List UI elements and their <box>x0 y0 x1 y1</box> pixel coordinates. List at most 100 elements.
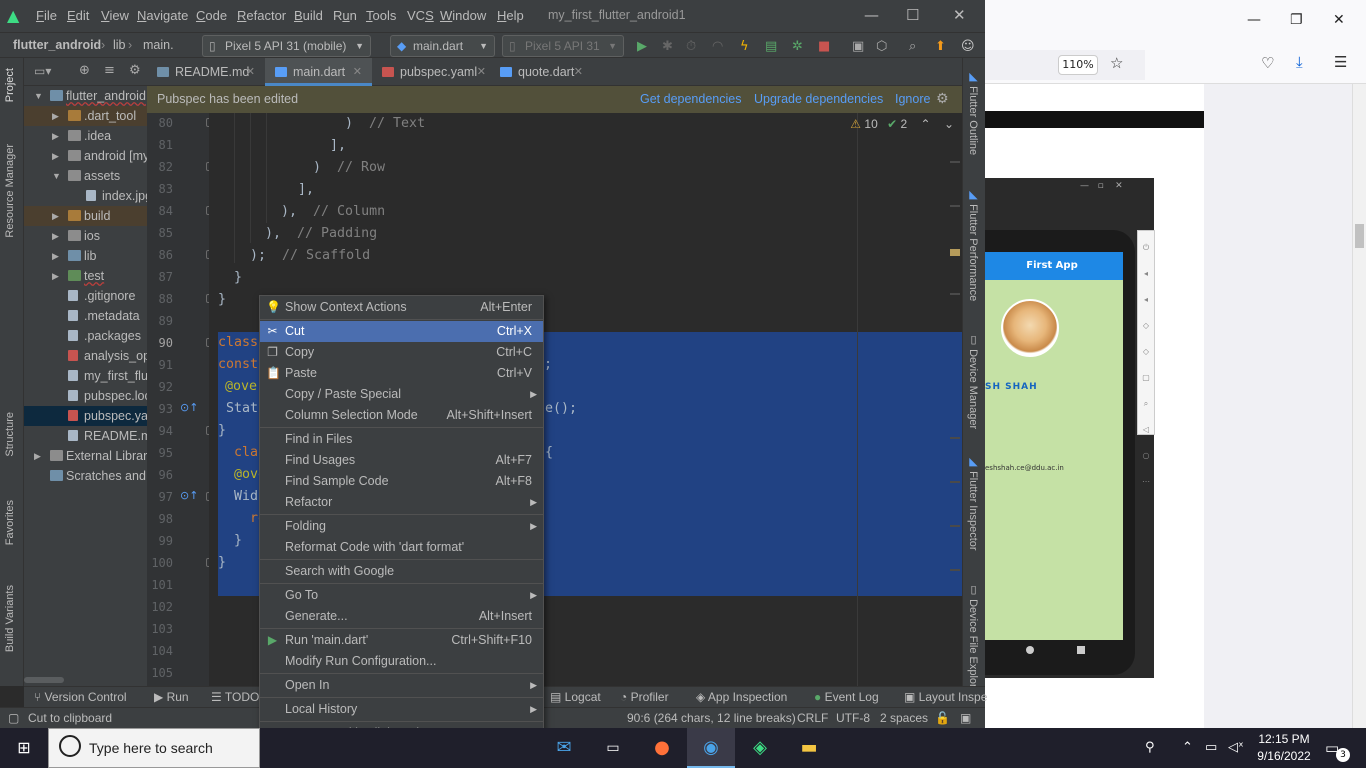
tab-project[interactable]: Project <box>4 68 16 102</box>
breadcrumb-file[interactable]: main. <box>143 38 174 52</box>
context-menu-item[interactable]: Find Usages Alt+F7 <box>260 450 543 471</box>
firefox-icon[interactable]: ● <box>638 728 686 768</box>
tray-chevron-icon[interactable]: ⌃ <box>1182 728 1193 768</box>
override-icon[interactable]: ⊙↑ <box>180 489 198 502</box>
menu-icon[interactable]: ☰ <box>1334 53 1347 71</box>
tree-item[interactable]: Scratches and C <box>24 466 147 486</box>
context-menu-item[interactable]: Copy / Paste Special ▶ <box>260 384 543 405</box>
expand-all-icon[interactable]: ≡ <box>104 63 115 78</box>
chevron-down-icon[interactable]: ▼ <box>34 86 43 106</box>
tool-run[interactable]: ▶ Run <box>154 690 189 704</box>
menu-item[interactable]: Help <box>497 8 524 23</box>
context-menu-item[interactable]: Reformat Code with 'dart format' <box>260 537 543 558</box>
view-mode-icon[interactable]: ▭▾ <box>34 64 51 78</box>
tree-item[interactable]: ▶ ios <box>24 226 147 246</box>
menu-item[interactable]: View <box>101 8 129 23</box>
context-menu-item[interactable]: Find in Files <box>260 429 543 450</box>
tree-item[interactable]: .metadata <box>24 306 147 326</box>
locate-icon[interactable]: ⊕ <box>79 63 90 78</box>
debug-bug-icon[interactable]: ✲ <box>792 39 803 54</box>
run-icon[interactable]: ▶ <box>637 39 647 54</box>
debug-icon[interactable]: ✱ <box>662 39 673 54</box>
chevron-right-icon[interactable]: ▶ <box>52 206 59 226</box>
terminal-icon[interactable]: ▭ <box>589 728 637 768</box>
tree-item[interactable]: pubspec.yal <box>24 406 147 426</box>
tree-item[interactable]: .packages <box>24 326 147 346</box>
chevron-down-icon[interactable]: ▼ <box>52 166 61 186</box>
minimize-icon[interactable]: — <box>864 6 879 24</box>
device-selector[interactable]: ▯ Pixel 5 API 31 (mobile) ▼ <box>202 35 371 57</box>
tree-item[interactable]: index.jpg <box>24 186 147 206</box>
tool-app-inspection[interactable]: ◈ App Inspection <box>696 690 787 704</box>
tab-build-variants[interactable]: Build Variants <box>4 585 16 652</box>
tab-readme[interactable]: README.md ✕ <box>147 58 265 86</box>
chevron-right-icon[interactable]: ▶ <box>52 106 59 126</box>
context-menu-item[interactable]: ❐ Copy Ctrl+C <box>260 342 543 363</box>
context-menu-item[interactable]: 💡 Show Context Actions Alt+Enter <box>260 297 543 318</box>
chevron-right-icon[interactable]: ▶ <box>52 126 59 146</box>
pocket-icon[interactable]: ♡ <box>1261 54 1274 72</box>
home-icon[interactable] <box>1026 646 1034 654</box>
tree-item[interactable]: pubspec.loc <box>24 386 147 406</box>
tab-favorites[interactable]: Favorites <box>4 500 16 545</box>
context-menu-item[interactable]: Find Sample Code Alt+F8 <box>260 471 543 492</box>
menu-item[interactable]: Window <box>440 8 486 23</box>
project-hscrollbar[interactable] <box>24 674 147 686</box>
memory-icon[interactable]: ▣ <box>960 711 971 725</box>
sdk-manager-icon[interactable]: ⬡ <box>876 39 887 54</box>
chevron-right-icon[interactable]: ▶ <box>52 266 59 286</box>
tab-main-dart[interactable]: main.dart ✕ <box>265 58 372 86</box>
network-icon[interactable]: ▭ <box>1205 728 1217 768</box>
get-dependencies-link[interactable]: Get dependencies <box>640 92 741 106</box>
taskbar-clock[interactable]: 12:15 PM 9/16/2022 <box>1249 731 1319 765</box>
caret-position[interactable]: 90:6 (264 chars, 12 line breaks) <box>627 711 796 725</box>
tree-item[interactable]: ▶ android [my <box>24 146 147 166</box>
zoom-level[interactable]: 110% <box>1058 55 1098 75</box>
tree-item[interactable]: ▶ External Librarie <box>24 446 147 466</box>
chevron-right-icon[interactable]: ▶ <box>52 246 59 266</box>
tool-layout-inspector[interactable]: ▣ Layout Inspe <box>904 690 987 704</box>
upgrade-dependencies-link[interactable]: Upgrade dependencies <box>754 92 883 106</box>
tool-todo[interactable]: ☰ TODO <box>211 690 259 704</box>
run-config-selector[interactable]: ◆ main.dart ▼ <box>390 35 495 57</box>
browser-scrollbar[interactable] <box>1352 84 1366 728</box>
line-separator[interactable]: CRLF <box>797 711 828 725</box>
inspections-widget[interactable]: ⚠ 10 ✔ 2 ⌃ ⌄ <box>850 117 954 131</box>
context-menu-item[interactable]: Go To ▶ <box>260 585 543 606</box>
account-icon[interactable]: ☺ <box>961 39 975 54</box>
indent-setting[interactable]: 2 spaces <box>880 711 928 725</box>
update-icon[interactable]: ⬆ <box>935 39 946 54</box>
context-menu-item[interactable]: Search with Google <box>260 561 543 582</box>
tab-flutter-outline[interactable]: ◣ Flutter Outline <box>967 70 980 155</box>
menu-item[interactable]: Run <box>333 8 357 23</box>
file-encoding[interactable]: UTF-8 <box>836 711 870 725</box>
status-toggle-icon[interactable]: ▢ <box>8 711 19 725</box>
tab-flutter-inspector[interactable]: ◣ Flutter Inspector <box>967 455 980 551</box>
context-menu-item[interactable]: Local History ▶ <box>260 699 543 720</box>
emulator-controls[interactable]: ⏻ ◂ ◂ ◇ ◇ ▢ ⌕ ◁ ○ ⋯ <box>1137 230 1155 486</box>
menu-item[interactable]: VCS <box>407 8 434 23</box>
tree-item[interactable]: analysis_opt <box>24 346 147 366</box>
tab-pubspec[interactable]: pubspec.yaml ✕ <box>372 58 496 86</box>
notifications-icon[interactable]: ▭ <box>1325 728 1339 768</box>
tree-item[interactable]: ▼ assets <box>24 166 147 186</box>
star-icon[interactable]: ☆ <box>1110 54 1123 72</box>
tool-event-log[interactable]: ● Event Log <box>814 690 879 704</box>
tab-device-manager[interactable]: ▯ Device Manager <box>967 333 980 429</box>
stop-icon[interactable]: ■ <box>818 39 830 54</box>
menu-item[interactable]: Navigate <box>137 8 188 23</box>
breadcrumb-lib[interactable]: lib <box>113 38 126 52</box>
tree-item[interactable]: ▶ test <box>24 266 147 286</box>
gear-icon[interactable]: ⚙ <box>936 91 949 107</box>
context-menu-item[interactable]: ▶ Run 'main.dart' Ctrl+Shift+F10 <box>260 630 543 651</box>
context-menu-item[interactable]: Refactor ▶ <box>260 492 543 513</box>
tree-item[interactable]: .gitignore <box>24 286 147 306</box>
profile-icon[interactable]: ⏱ <box>686 39 696 54</box>
menu-item[interactable]: Build <box>294 8 323 23</box>
context-menu-item[interactable]: 📋 Paste Ctrl+V <box>260 363 543 384</box>
close-tab-icon[interactable]: ✕ <box>477 58 486 86</box>
menu-item[interactable]: Edit <box>67 8 89 23</box>
tab-flutter-performance[interactable]: ◣ Flutter Performance <box>967 188 980 301</box>
override-icon[interactable]: ⊙↑ <box>180 401 198 414</box>
menu-item[interactable]: Refactor <box>237 8 286 23</box>
